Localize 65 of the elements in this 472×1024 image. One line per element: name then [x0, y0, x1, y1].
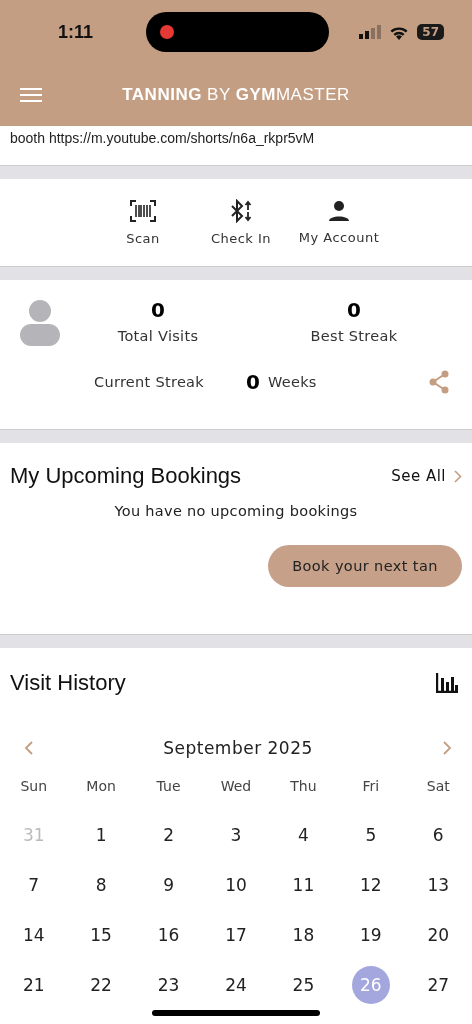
weekday-label: Sat	[426, 778, 450, 796]
weekday-label: Thu	[290, 778, 317, 796]
section-title: Visit History	[10, 670, 126, 696]
calendar-day[interactable]: 22	[82, 966, 121, 1004]
status-time: 1:11	[58, 21, 95, 43]
calendar-day[interactable]: 21	[14, 966, 53, 1004]
stat-label: Current Streak	[94, 374, 204, 390]
weekday-label: Fri	[362, 778, 380, 796]
share-icon[interactable]	[428, 370, 450, 394]
calendar-day[interactable]: 14	[14, 916, 53, 954]
calendar-day[interactable]: 2	[149, 816, 188, 854]
stat-value: 0	[246, 370, 260, 394]
person-icon	[328, 200, 350, 222]
next-month-icon[interactable]	[442, 741, 452, 755]
calendar-day[interactable]: 24	[217, 966, 255, 1004]
calendar-day[interactable]: 10	[217, 866, 255, 904]
stat-value: 0	[151, 298, 165, 322]
stat-unit: Weeks	[267, 374, 317, 390]
calendar-day[interactable]: 5	[351, 816, 390, 854]
battery-level: 57	[417, 24, 444, 40]
action-button[interactable]: Check In	[195, 199, 287, 246]
stat-value: 0	[347, 298, 361, 322]
calendar-day[interactable]: 18	[284, 916, 323, 954]
calendar-day[interactable]: 17	[217, 916, 255, 954]
menu-icon[interactable]	[20, 87, 42, 103]
action-button[interactable]: Scan	[97, 199, 189, 246]
avatar-icon	[20, 300, 60, 346]
calendar-day[interactable]: 4	[284, 816, 323, 854]
previous-month-icon[interactable]	[24, 741, 34, 755]
app-title: TANNING BY GYMMASTER	[121, 85, 351, 105]
barcode-scan-icon	[129, 199, 157, 223]
section-title: My Upcoming Bookings	[10, 463, 242, 489]
calendar-day[interactable]: 16	[149, 916, 188, 954]
stat-label: Best Streak	[310, 328, 398, 344]
bar-chart-icon[interactable]	[436, 673, 458, 693]
recording-dot-icon	[160, 25, 175, 39]
calendar-day[interactable]: 25	[284, 966, 323, 1004]
stat-label: Total Visits	[117, 328, 199, 344]
wifi-icon	[389, 24, 410, 40]
month-title: September 2025	[163, 738, 313, 758]
calendar-day[interactable]: 6	[419, 816, 458, 854]
calendar-day[interactable]: 11	[284, 866, 323, 904]
action-button[interactable]: My Account	[293, 200, 385, 245]
chevron-right-icon	[454, 469, 462, 483]
bluetooth-icon	[228, 199, 254, 223]
calendar-day[interactable]: 15	[82, 916, 121, 954]
weekday-label: Tue	[156, 778, 181, 796]
calendar-day[interactable]: 8	[82, 866, 121, 904]
calendar-day[interactable]: 3	[217, 816, 255, 854]
weekday-label: Mon	[86, 778, 116, 796]
calendar-day[interactable]: 23	[149, 966, 188, 1004]
calendar-day[interactable]: 12	[351, 866, 390, 904]
signal-icon	[359, 25, 382, 39]
calendar-day[interactable]: 7	[14, 866, 53, 904]
book-button[interactable]: Book your next tan	[268, 545, 462, 587]
empty-message: You have no upcoming bookings	[113, 503, 359, 519]
calendar-day[interactable]: 9	[149, 866, 188, 904]
see-all-link[interactable]: See All	[391, 467, 462, 485]
weekday-label: Sun	[20, 778, 48, 796]
calendar-day[interactable]: 13	[419, 866, 458, 904]
weekday-label: Wed	[220, 778, 252, 796]
calendar-day[interactable]: 1	[82, 816, 121, 854]
calendar-day[interactable]: 27	[419, 966, 458, 1004]
calendar-day[interactable]: 19	[351, 916, 390, 954]
calendar-day[interactable]: 20	[419, 916, 458, 954]
